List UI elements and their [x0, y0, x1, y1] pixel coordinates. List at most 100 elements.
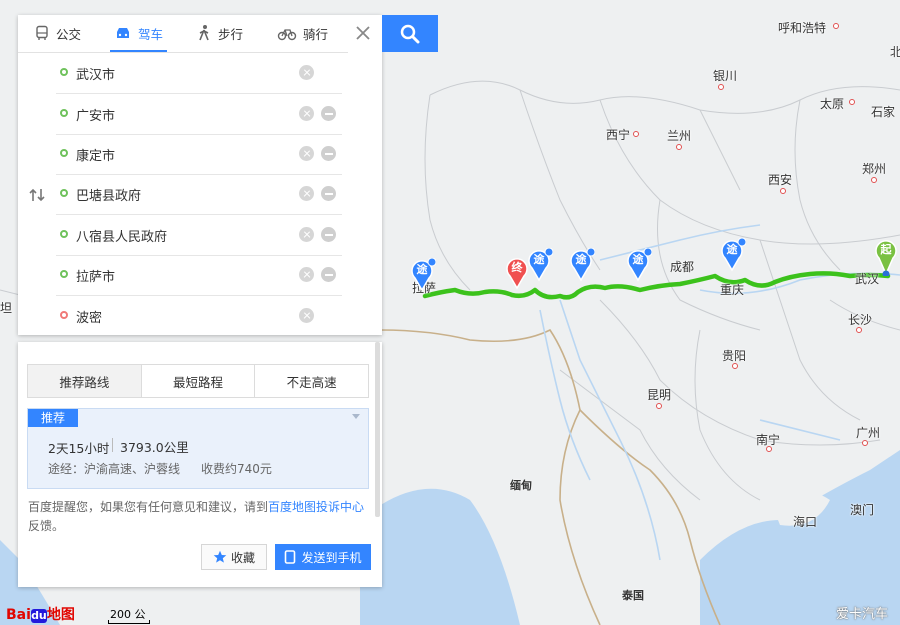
route-summary-card[interactable]: 推荐 2天15小时 3793.0公里 途经：沪渝高速、沪蓉线 收费约740元 [27, 408, 369, 489]
remove-waypoint-button[interactable] [321, 227, 336, 242]
city-dot [718, 84, 724, 90]
send-label: 发送到手机 [301, 550, 362, 565]
waypoint-label: 广安市 [76, 109, 116, 124]
tab-shortest-route[interactable]: 最短路程 [142, 365, 256, 397]
waypoint-label: 波密 [76, 311, 103, 326]
search-icon [400, 24, 420, 43]
via-marker-pin[interactable]: 途 [720, 238, 746, 272]
city-dot [732, 363, 738, 369]
tab-bike[interactable]: 骑行 [277, 15, 328, 51]
clear-waypoint-button[interactable] [299, 106, 314, 121]
city-label: 西安 [768, 173, 793, 187]
city-dot [656, 403, 662, 409]
bus-icon [36, 25, 48, 40]
tab-label: 步行 [218, 26, 244, 42]
city-dot [849, 99, 855, 105]
city-label: 长沙 [848, 313, 873, 327]
clear-waypoint-button[interactable] [299, 65, 314, 80]
route-strategy-tabs: 推荐路线 最短路程 不走高速 [27, 364, 369, 398]
end-dot [60, 311, 68, 319]
travel-mode-tabs: 公交 驾车 步行 骑行 [18, 15, 348, 53]
tab-avoid-highway[interactable]: 不走高速 [255, 365, 368, 397]
remove-waypoint-button[interactable] [321, 146, 336, 161]
waypoint-row[interactable]: 波密 [56, 296, 342, 336]
city-label: 重庆 [720, 283, 745, 297]
via-dot [60, 230, 68, 238]
waypoint-label: 武汉市 [76, 68, 116, 83]
remove-waypoint-button[interactable] [321, 106, 336, 121]
clear-waypoint-button[interactable] [299, 146, 314, 161]
logo-du: du [30, 609, 47, 623]
city-dot [766, 446, 772, 452]
city-dot [856, 327, 862, 333]
city-label: 石家 [871, 105, 896, 119]
start-dot [60, 68, 68, 76]
tab-walk[interactable]: 步行 [196, 15, 243, 51]
city-label: 坦 [0, 301, 13, 315]
send-to-phone-button[interactable]: 发送到手机 [275, 544, 371, 570]
clear-waypoint-button[interactable] [299, 308, 314, 323]
waypoint-row[interactable]: 巴塘县政府 [56, 174, 342, 215]
close-button[interactable] [353, 23, 373, 43]
scrollbar[interactable] [375, 342, 380, 517]
bike-icon [277, 29, 297, 41]
route-duration: 2天15小时 [48, 441, 110, 456]
waypoint-row[interactable]: 康定市 [56, 134, 342, 175]
city-label: 兰州 [667, 129, 692, 143]
complaint-center-link[interactable]: 百度地图投诉中心 [268, 500, 364, 514]
clear-waypoint-button[interactable] [299, 186, 314, 201]
remove-waypoint-button[interactable] [321, 186, 336, 201]
tab-recommended-route[interactable]: 推荐路线 [28, 365, 142, 397]
route-via-roads: 途经：沪渝高速、沪蓉线 [48, 462, 181, 476]
phone-icon [285, 550, 296, 564]
via-dot [60, 109, 68, 117]
city-label: 北 [890, 45, 900, 59]
city-label: 成都 [670, 260, 695, 274]
city-dot [780, 188, 786, 194]
waypoint-row[interactable]: 广安市 [56, 94, 342, 135]
via-marker-pin[interactable]: 途 [569, 248, 595, 282]
waypoint-label: 康定市 [76, 149, 116, 164]
favorite-button[interactable]: 收藏 [201, 544, 267, 570]
waypoint-row[interactable]: 拉萨市 [56, 255, 342, 296]
waypoint-label: 八宿县人民政府 [76, 230, 168, 245]
waypoint-label: 拉萨市 [76, 270, 116, 285]
logo-map: 地图 [46, 607, 75, 623]
waypoint-row[interactable]: 八宿县人民政府 [56, 215, 342, 256]
region-label: 泰国 [622, 589, 644, 602]
search-button[interactable] [382, 15, 438, 52]
chevron-down-icon [352, 414, 360, 419]
remove-waypoint-button[interactable] [321, 267, 336, 282]
tab-bus[interactable]: 公交 [34, 15, 81, 51]
via-marker-pin[interactable]: 途 [626, 248, 652, 282]
route-toll: 收费约740元 [201, 462, 272, 476]
swap-icon [29, 188, 45, 202]
star-icon [213, 550, 227, 563]
start-marker-pin[interactable]: 起 [874, 238, 900, 276]
clear-waypoint-button[interactable] [299, 267, 314, 282]
city-dot [676, 144, 682, 150]
via-marker-pin[interactable]: 途 [527, 248, 553, 282]
swap-route-button[interactable] [28, 187, 46, 202]
notice-text: 百度提醒您，如果您有任何意见和建议，请到 [28, 500, 269, 514]
route-search-panel: 公交 驾车 步行 骑行 武汉市 广安市 康定市 巴塘县政府 八宿县人民政府 拉萨… [18, 15, 382, 335]
notice-suffix: 反馈。 [28, 519, 65, 533]
city-label: 西宁 [606, 128, 631, 142]
watermark: 爱卡汽车 [836, 607, 889, 622]
city-label: 银川 [713, 69, 738, 83]
route-result-panel: 推荐路线 最短路程 不走高速 推荐 2天15小时 3793.0公里 途经：沪渝高… [18, 342, 382, 587]
via-dot [60, 189, 68, 197]
city-dot [633, 131, 639, 137]
baidu-logo: Baidu地图 [6, 604, 75, 624]
clear-waypoint-button[interactable] [299, 227, 314, 242]
tab-label: 公交 [56, 26, 82, 42]
via-dot [60, 149, 68, 157]
favorite-label: 收藏 [230, 550, 255, 565]
waypoint-row[interactable]: 武汉市 [56, 53, 342, 94]
tab-drive[interactable]: 驾车 [109, 15, 168, 52]
logo-bai: Bai [6, 607, 31, 623]
city-label: 澳门 [850, 503, 875, 517]
via-marker-pin[interactable]: 途 [410, 258, 436, 292]
scale-bar [108, 620, 150, 624]
city-label: 贵阳 [722, 349, 747, 363]
